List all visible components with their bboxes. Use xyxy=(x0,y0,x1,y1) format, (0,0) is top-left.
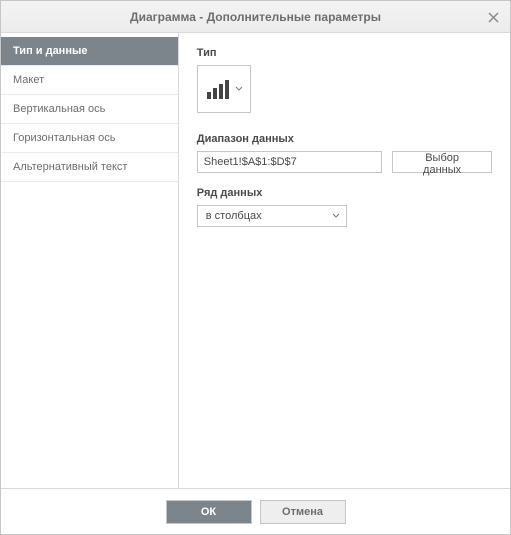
sidebar-item-label: Макет xyxy=(13,74,44,86)
chevron-down-icon xyxy=(332,213,340,219)
ok-button[interactable]: ОК xyxy=(166,500,252,524)
sidebar-item-alt-text[interactable]: Альтернативный текст xyxy=(1,153,178,182)
content-panel: Тип Диапазон данных Выбор д xyxy=(179,33,510,488)
data-range-input[interactable] xyxy=(197,151,382,173)
dialog-title: Диаграмма - Дополнительные параметры xyxy=(130,10,381,24)
column-chart-icon xyxy=(205,77,231,101)
type-label: Тип xyxy=(197,47,492,59)
dialog-body: Тип и данные Макет Вертикальная ось Гори… xyxy=(1,33,510,488)
chart-type-icon-wrap xyxy=(205,77,243,101)
chevron-down-icon xyxy=(235,86,243,92)
sidebar-item-horizontal-axis[interactable]: Горизонтальная ось xyxy=(1,124,178,153)
dialog-footer: ОК Отмена xyxy=(1,488,510,534)
sidebar-item-label: Горизонтальная ось xyxy=(13,132,115,144)
data-range-label: Диапазон данных xyxy=(197,133,492,145)
sidebar-item-label: Альтернативный текст xyxy=(13,161,127,173)
chart-type-selector[interactable] xyxy=(197,65,251,113)
chart-advanced-settings-dialog: Диаграмма - Дополнительные параметры Тип… xyxy=(0,0,511,535)
series-label: Ряд данных xyxy=(197,187,492,199)
series-select-value: в столбцах xyxy=(206,210,262,222)
sidebar-item-type-and-data[interactable]: Тип и данные xyxy=(1,37,178,66)
sidebar-item-label: Тип и данные xyxy=(13,45,87,57)
cancel-button[interactable]: Отмена xyxy=(260,500,346,524)
select-data-button[interactable]: Выбор данных xyxy=(392,151,492,173)
sidebar-item-layout[interactable]: Макет xyxy=(1,66,178,95)
sidebar-item-vertical-axis[interactable]: Вертикальная ось xyxy=(1,95,178,124)
sidebar: Тип и данные Макет Вертикальная ось Гори… xyxy=(1,33,179,488)
close-button[interactable] xyxy=(484,8,502,26)
series-select[interactable]: в столбцах xyxy=(197,205,347,227)
titlebar: Диаграмма - Дополнительные параметры xyxy=(1,1,510,33)
sidebar-item-label: Вертикальная ось xyxy=(13,103,105,115)
data-range-row: Выбор данных xyxy=(197,151,492,173)
close-icon xyxy=(488,12,499,23)
